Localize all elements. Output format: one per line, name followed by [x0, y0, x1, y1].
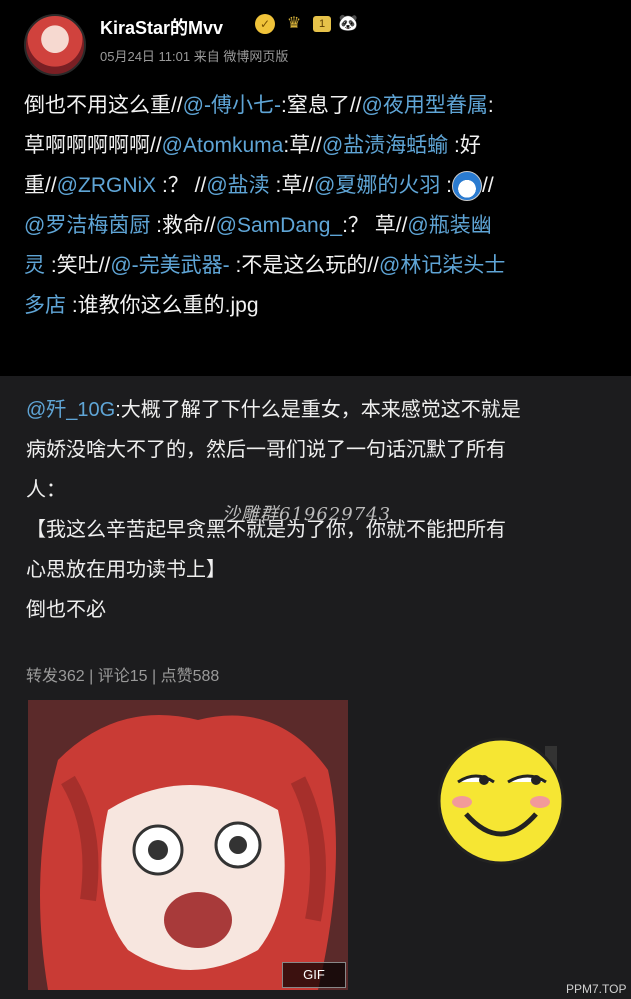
post-text-segment: :笑吐// — [45, 254, 111, 277]
post-text-segment: :窒息了// — [280, 94, 362, 117]
site-watermark: PPM7.TOP — [566, 982, 627, 996]
repost-closing: 倒也不必 — [26, 599, 106, 621]
username[interactable]: KiraStar的Mvv — [100, 14, 223, 40]
post-text-segment: :？ 草// — [342, 214, 408, 237]
user-mention-link[interactable]: @夜用型眷属 — [362, 94, 488, 117]
crown-icon: ♛ — [286, 15, 302, 32]
user-badges: ✓ ♛ 1 🐼 — [255, 14, 359, 34]
post-text-segment: : — [440, 174, 453, 197]
repost-stats[interactable]: 转发362 | 评论15 | 点赞588 — [26, 662, 219, 686]
user-avatar[interactable] — [24, 14, 86, 76]
post-text-segment: :不是这么玩的// — [229, 254, 379, 277]
user-mention-link[interactable]: @盐渎 — [206, 174, 269, 197]
repost-body-line3: 人： — [26, 479, 66, 501]
user-mention-link[interactable]: @罗洁梅茵厨 — [24, 214, 150, 237]
post-text-segment: :谁教你这么重的.jpg — [66, 294, 259, 317]
smirk-emoji-icon — [437, 737, 565, 865]
post-text-segment: :好 — [448, 134, 481, 157]
post-text-segment: // — [482, 174, 494, 197]
watermark-text: 沙雕群619629743 — [222, 504, 392, 525]
user-mention-link[interactable]: @Atomkuma — [162, 134, 284, 157]
post-text-segment: 重// — [24, 174, 57, 197]
user-mention-link[interactable]: @ZRGNiX — [57, 174, 156, 197]
level-badge[interactable]: 1 — [313, 16, 332, 32]
post-text-segment: :草// — [283, 134, 322, 157]
repost-author-mention[interactable]: @歼_10G — [26, 399, 115, 421]
anime-gif-image[interactable] — [28, 700, 348, 990]
gif-label: GIF — [282, 962, 346, 988]
post-text-segment: :草// — [269, 174, 315, 197]
post-text-segment: :？ // — [156, 174, 207, 197]
post-text-segment: :救命// — [150, 214, 216, 237]
user-mention-link[interactable]: @SamDang_ — [216, 214, 342, 237]
post-body-text: 倒也不用这么重//@-傅小七-:窒息了//@夜用型眷属: 草啊啊啊啊啊//@Ato… — [24, 86, 614, 326]
panda-icon: 🐼 — [338, 15, 359, 32]
user-mention-link[interactable]: @林记柒头士 — [379, 254, 505, 277]
repost-body-line2: 病娇没啥大不了的，然后一哥们说了一句话沉默了所有 — [26, 439, 506, 461]
user-mention-link[interactable]: @盐渍海蛞蝓 — [322, 134, 448, 157]
post-header: KiraStar的Mvv ✓ ♛ 1 🐼 05月24日 11:01 来自 微博网… — [0, 0, 631, 80]
repost-quote-line2: 心思放在用功读书上】 — [26, 559, 226, 581]
doraemon-emoji-icon — [452, 171, 483, 202]
user-mention-link[interactable]: @夏娜的火羽 — [314, 174, 440, 197]
repost-body-line1: :大概了解了下什么是重女，本来感觉这不就是 — [115, 399, 521, 421]
post-text-segment: 草啊啊啊啊啊// — [24, 134, 162, 157]
user-mention-link[interactable]: @-傅小七- — [183, 94, 281, 117]
user-mention-link[interactable]: 灵 — [24, 254, 45, 277]
post-text-segment: : — [487, 94, 494, 117]
verified-badge-icon[interactable]: ✓ — [255, 14, 275, 34]
post-text-segment: 倒也不用这么重// — [24, 94, 183, 117]
user-mention-link[interactable]: @瓶装幽 — [407, 214, 491, 237]
post-meta: 05月24日 11:01 来自 微博网页版 — [100, 49, 289, 64]
user-mention-link[interactable]: @-完美武器- — [110, 254, 229, 277]
user-mention-link[interactable]: 多店 — [24, 294, 66, 317]
